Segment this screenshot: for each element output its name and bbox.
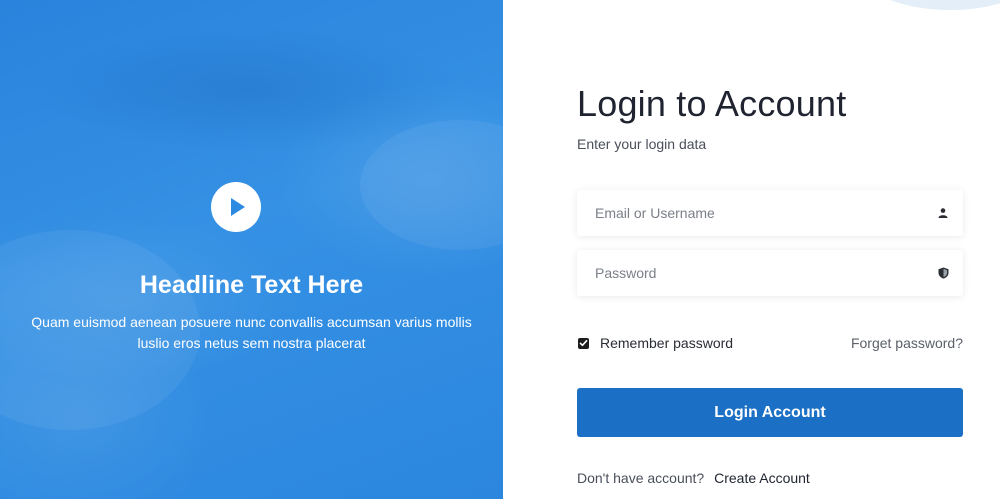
- signup-prompt: Don't have account?: [577, 470, 705, 486]
- hero-headline: Headline Text Here: [139, 271, 364, 299]
- login-page: Headline Text Here Quam euismod aenean p…: [0, 0, 1000, 499]
- user-icon: [923, 190, 963, 236]
- email-input[interactable]: [577, 190, 923, 236]
- signup-row: Don't have account? Create Account: [577, 469, 810, 487]
- login-button[interactable]: Login Account: [577, 388, 963, 437]
- password-input[interactable]: [577, 250, 923, 296]
- remember-password-checkbox[interactable]: Remember password: [578, 334, 733, 352]
- page-title: Login to Account: [577, 83, 847, 124]
- shield-icon: [923, 250, 963, 296]
- password-field: [577, 250, 963, 296]
- checkbox-checked-icon: [578, 337, 589, 349]
- remember-password-label: Remember password: [600, 335, 734, 351]
- hero-panel: Headline Text Here Quam euismod aenean p…: [0, 0, 503, 499]
- play-video-button[interactable]: [211, 182, 261, 232]
- page-subtitle: Enter your login data: [577, 136, 707, 152]
- play-icon: [230, 198, 245, 216]
- create-account-link[interactable]: Create Account: [714, 470, 810, 486]
- corner-decoration: [860, 0, 1000, 10]
- email-field: [577, 190, 963, 236]
- hero-description: Quam euismod aenean posuere nunc convall…: [31, 314, 472, 351]
- forgot-password-link[interactable]: Forget password?: [851, 334, 963, 352]
